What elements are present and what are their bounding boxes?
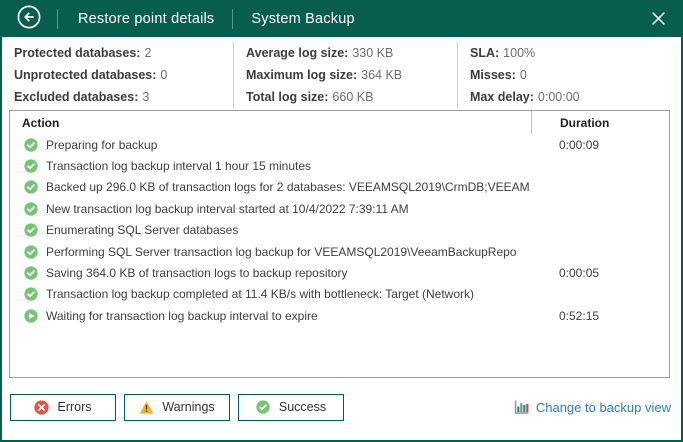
titlebar: Restore point details System Backup xyxy=(0,0,683,37)
action-text: Transaction log backup completed at 11.4… xyxy=(46,287,474,301)
stats-column-log-size: Average log size:330 KB Maximum log size… xyxy=(233,42,457,108)
action-text: New transaction log backup interval star… xyxy=(46,202,409,216)
error-icon xyxy=(34,400,49,415)
stat-unprotected-databases: Unprotected databases:0 xyxy=(14,64,233,86)
action-cell: Saving 364.0 KB of transaction logs to b… xyxy=(10,266,531,280)
stat-maximum-log-size: Maximum log size:364 KB xyxy=(246,64,457,86)
table-row[interactable]: New transaction log backup interval star… xyxy=(10,198,669,219)
footer-bar: Errors Warnings Success Change to backup… xyxy=(10,393,671,421)
action-cell: Transaction log backup completed at 11.4… xyxy=(10,287,531,301)
duration-column-header[interactable]: Duration xyxy=(531,111,669,134)
action-text: Saving 364.0 KB of transaction logs to b… xyxy=(46,266,348,280)
errors-button-label: Errors xyxy=(57,400,91,414)
action-cell: Enumerating SQL Server databases xyxy=(10,223,531,237)
success-icon xyxy=(24,266,38,280)
titlebar-separator xyxy=(232,9,233,29)
stat-excluded-databases: Excluded databases:3 xyxy=(14,86,233,108)
back-button[interactable] xyxy=(17,7,41,31)
restore-point-details-window: Restore point details System Backup Prot… xyxy=(0,0,683,442)
stats-column-sla: SLA:100% Misses:0 Max delay:0:00:00 xyxy=(457,42,681,108)
close-button[interactable] xyxy=(647,8,669,30)
success-icon xyxy=(256,400,271,415)
stat-total-log-size: Total log size:660 KB xyxy=(246,86,457,108)
change-to-backup-view-label: Change to backup view xyxy=(536,400,671,415)
stat-sla: SLA:100% xyxy=(470,42,681,64)
window-title: Restore point details xyxy=(78,11,214,27)
running-icon xyxy=(24,309,38,323)
action-text: Transaction log backup interval 1 hour 1… xyxy=(46,159,311,173)
table-row[interactable]: Performing SQL Server transaction log ba… xyxy=(10,241,669,262)
summary-stats: Protected databases:2 Unprotected databa… xyxy=(2,37,681,108)
success-icon xyxy=(24,138,38,152)
action-text: Performing SQL Server transaction log ba… xyxy=(46,245,516,259)
success-button-label: Success xyxy=(279,400,326,414)
duration-text: 0:00:09 xyxy=(531,138,669,152)
table-row[interactable]: Waiting for transaction log backup inter… xyxy=(10,305,669,326)
table-row[interactable]: Backed up 296.0 KB of transaction logs f… xyxy=(10,177,669,198)
stat-protected-databases: Protected databases:2 xyxy=(14,42,233,64)
job-name-title: System Backup xyxy=(251,11,354,27)
back-arrow-icon xyxy=(17,5,41,32)
action-cell: Performing SQL Server transaction log ba… xyxy=(10,245,531,259)
stat-average-log-size: Average log size:330 KB xyxy=(246,42,457,64)
stat-misses: Misses:0 xyxy=(470,64,681,86)
success-icon xyxy=(24,180,38,194)
action-log-table: Action Duration Preparing for backup 0:0… xyxy=(9,110,670,378)
table-row[interactable]: Transaction log backup completed at 11.4… xyxy=(10,284,669,305)
duration-text: 0:52:15 xyxy=(531,309,669,323)
success-icon xyxy=(24,287,38,301)
table-row[interactable]: Enumerating SQL Server databases xyxy=(10,220,669,241)
action-text: Preparing for backup xyxy=(46,138,157,152)
success-icon xyxy=(24,202,38,216)
action-cell: Waiting for transaction log backup inter… xyxy=(10,309,531,323)
bar-chart-icon xyxy=(512,398,530,416)
action-cell: Transaction log backup interval 1 hour 1… xyxy=(10,159,531,173)
warning-icon xyxy=(139,400,154,415)
action-text: Backed up 296.0 KB of transaction logs f… xyxy=(46,180,530,194)
success-icon xyxy=(24,223,38,237)
errors-button[interactable]: Errors xyxy=(10,394,116,421)
action-cell: Preparing for backup xyxy=(10,138,531,152)
success-button[interactable]: Success xyxy=(238,394,344,421)
success-icon xyxy=(24,245,38,259)
action-column-header[interactable]: Action xyxy=(10,111,531,134)
warnings-button-label: Warnings xyxy=(162,400,214,414)
close-icon xyxy=(652,12,665,25)
success-icon xyxy=(24,159,38,173)
titlebar-separator xyxy=(57,9,58,29)
action-text: Waiting for transaction log backup inter… xyxy=(46,309,318,323)
action-cell: Backed up 296.0 KB of transaction logs f… xyxy=(10,180,531,194)
stat-max-delay: Max delay:0:00:00 xyxy=(470,86,681,108)
duration-text: 0:00:05 xyxy=(531,266,669,280)
warnings-button[interactable]: Warnings xyxy=(124,394,230,421)
action-text: Enumerating SQL Server databases xyxy=(46,223,238,237)
stats-column-databases: Protected databases:2 Unprotected databa… xyxy=(2,42,233,108)
table-header-row: Action Duration xyxy=(10,111,669,134)
table-row[interactable]: Transaction log backup interval 1 hour 1… xyxy=(10,155,669,176)
table-row[interactable]: Saving 364.0 KB of transaction logs to b… xyxy=(10,262,669,283)
action-cell: New transaction log backup interval star… xyxy=(10,202,531,216)
table-body: Preparing for backup 0:00:09 Transaction… xyxy=(10,134,669,327)
table-row[interactable]: Preparing for backup 0:00:09 xyxy=(10,134,669,155)
change-to-backup-view-link[interactable]: Change to backup view xyxy=(512,398,671,416)
